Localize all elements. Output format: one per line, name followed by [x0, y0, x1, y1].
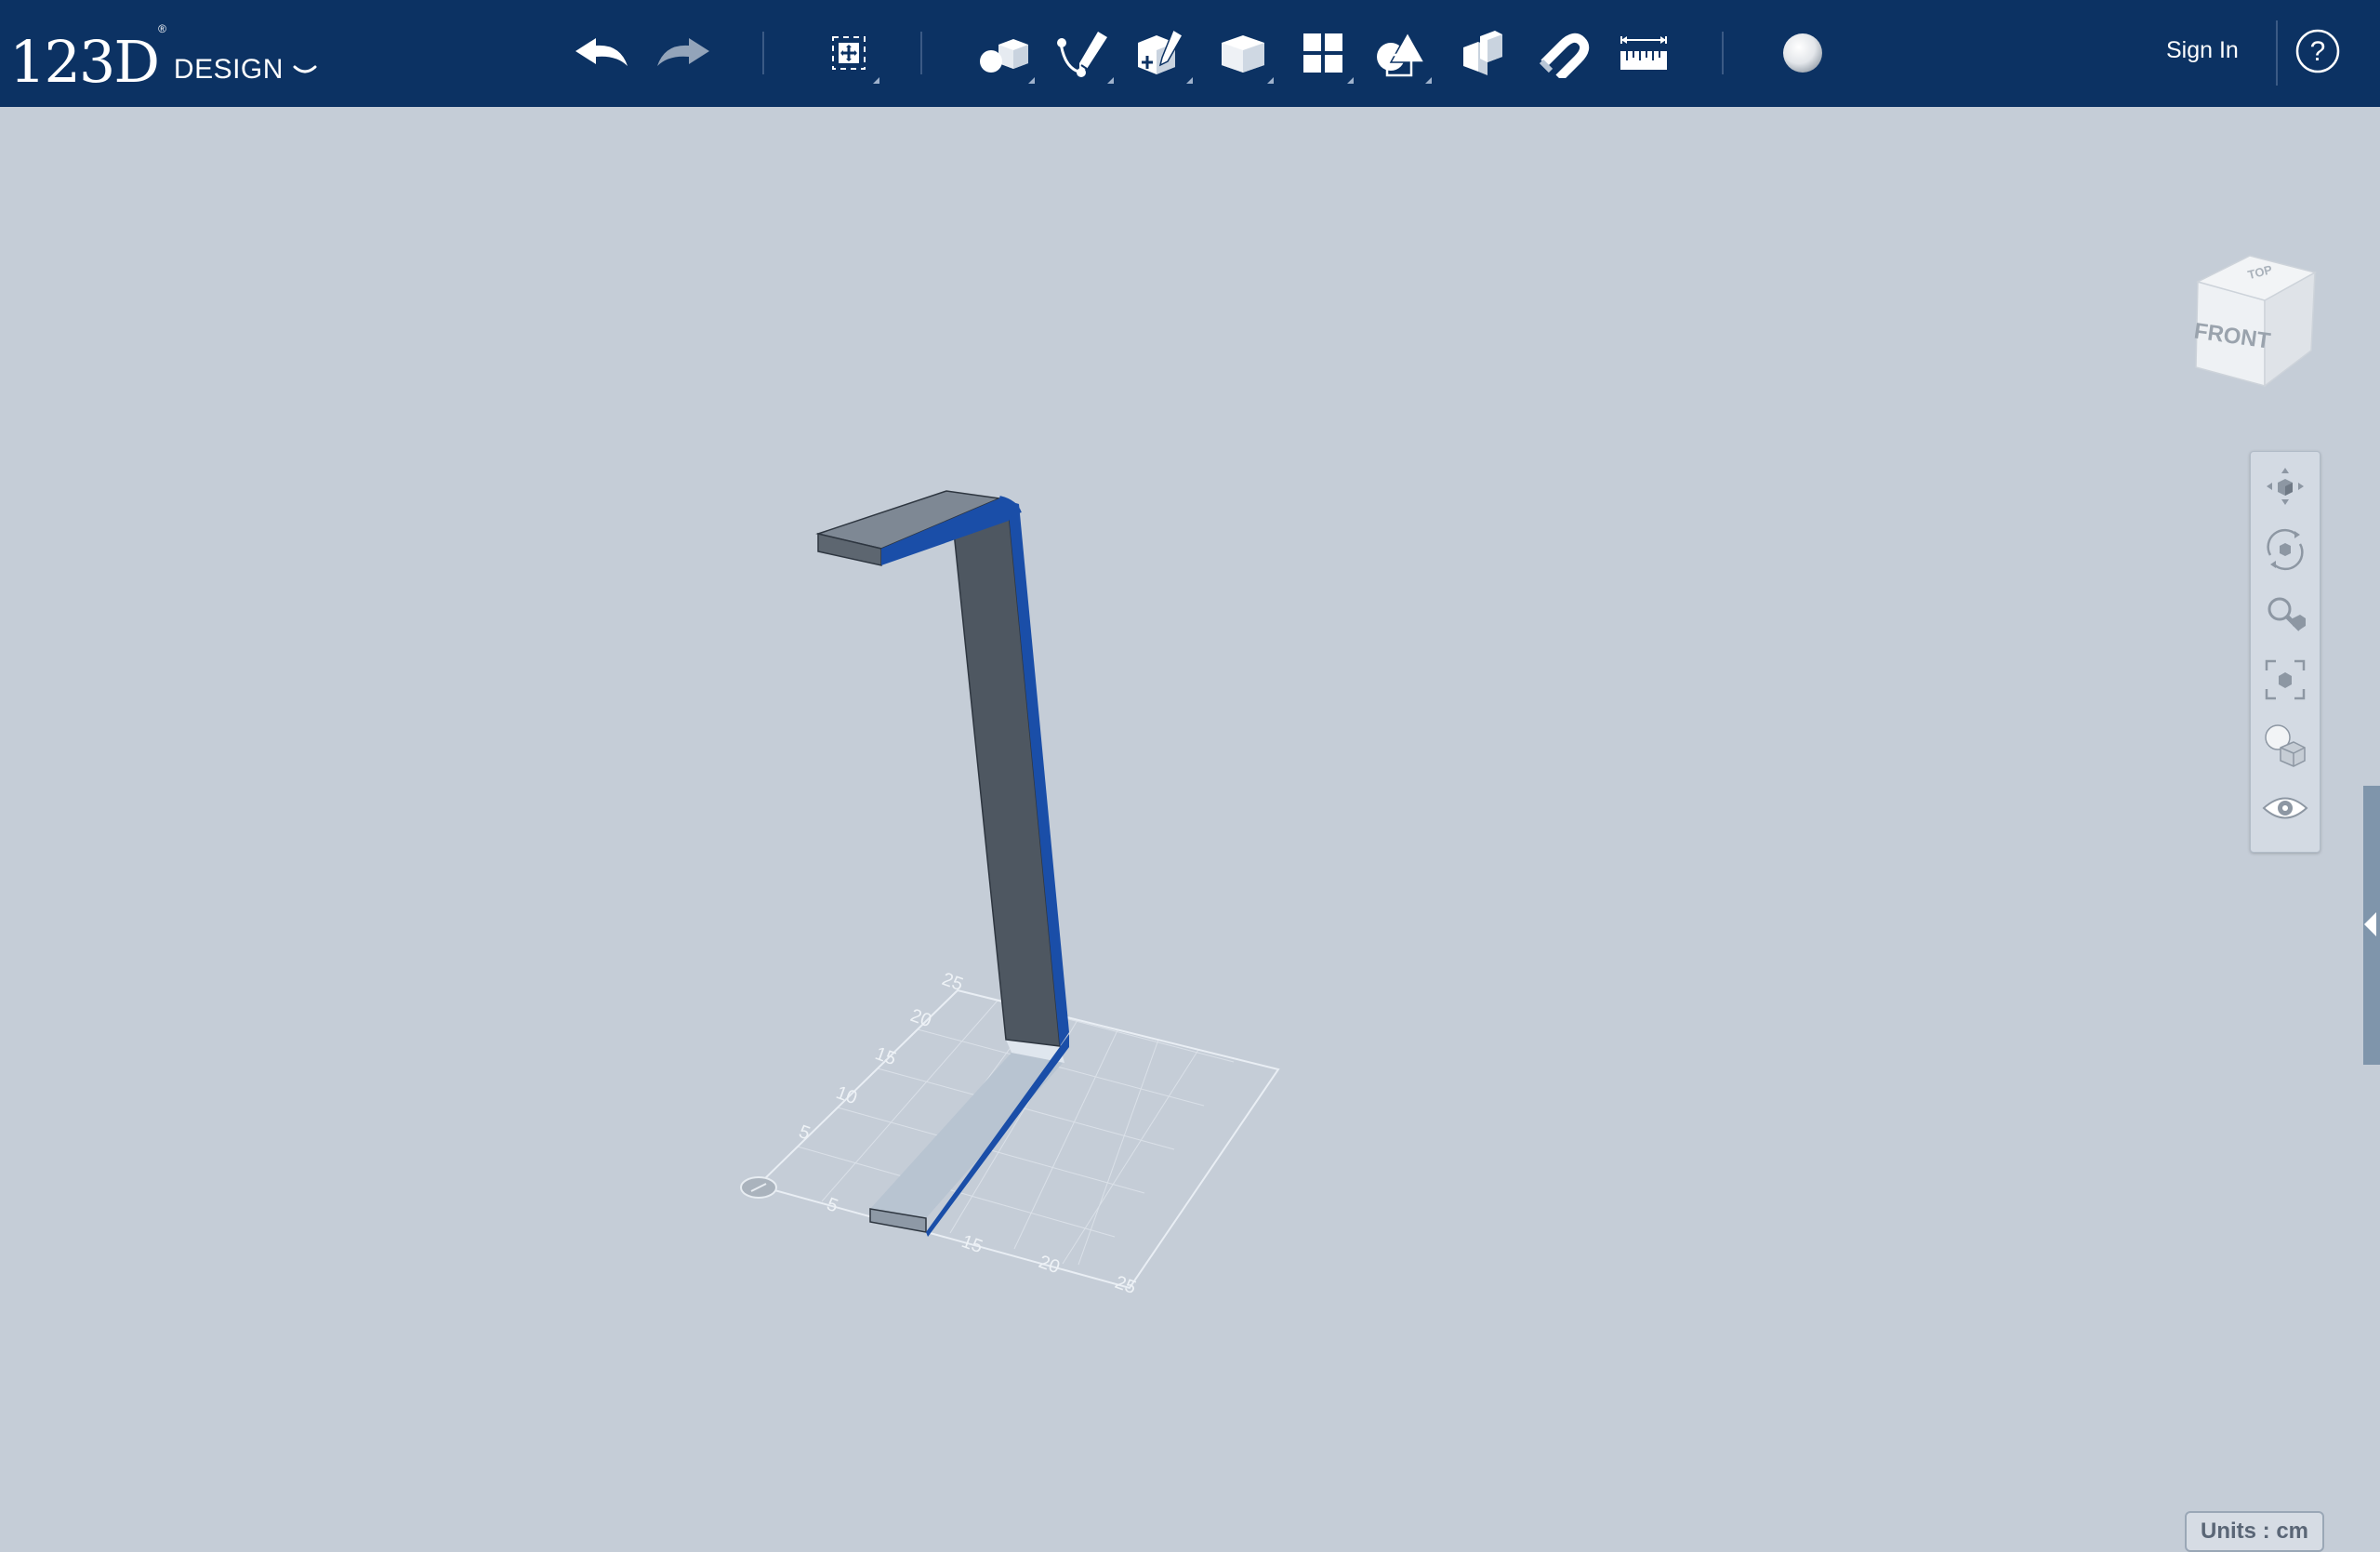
sketch-icon [1057, 32, 1107, 77]
redo-arrow-icon [657, 38, 709, 66]
zoom-icon [2268, 597, 2306, 631]
orbit-button[interactable] [2262, 526, 2308, 573]
logo-text: 123D [9, 28, 160, 96]
dropdown-corner [1267, 77, 1274, 84]
grid-x-tick: 25 [1112, 1272, 1138, 1298]
pattern-button[interactable] [1290, 20, 1355, 86]
dropdown-corner [873, 77, 879, 84]
snap-button[interactable] [1532, 20, 1597, 86]
help-icon[interactable]: ? [2294, 28, 2341, 74]
combine-icon [1463, 31, 1502, 75]
grid-x-tick: 15 [959, 1231, 985, 1257]
visibility-button[interactable] [2262, 785, 2308, 831]
toolbar-separator [1722, 32, 1724, 74]
combine-button[interactable] [1450, 20, 1515, 86]
undo-arrow-icon [575, 38, 628, 66]
scene-canvas[interactable]: 5 15 20 25 5 10 15 20 25 [0, 107, 2380, 1488]
material-sphere-icon [1783, 33, 1822, 73]
grid-x-tick: 20 [1036, 1252, 1062, 1278]
view-mode-icon [2265, 724, 2306, 767]
units-indicator[interactable]: Units : cm [2185, 1511, 2324, 1552]
sketch-button[interactable] [1051, 20, 1116, 86]
visibility-eye-icon [2262, 797, 2308, 819]
app-logo[interactable]: 123D ® DESIGN [9, 17, 317, 91]
help-glyph: ? [2310, 36, 2326, 67]
grid-y-tick: 15 [872, 1043, 898, 1069]
view-cube[interactable]: FRONT TOP [2185, 246, 2324, 395]
zoom-button[interactable] [2262, 591, 2308, 638]
primitives-button[interactable] [972, 20, 1037, 86]
measure-ruler-icon [1620, 36, 1667, 70]
dropdown-corner [1347, 77, 1354, 84]
dropdown-corner [1107, 77, 1114, 84]
orbit-icon [2267, 528, 2304, 571]
material-button[interactable] [1770, 20, 1835, 86]
toolbar-separator [762, 32, 764, 74]
top-toolbar: 123D ® DESIGN Sign In ? [0, 0, 2380, 107]
measure-button[interactable] [1611, 20, 1676, 86]
construct-button[interactable] [1130, 20, 1195, 86]
3d-model-stand[interactable] [815, 490, 1069, 1237]
view-mode-button[interactable] [2262, 722, 2308, 768]
3d-viewport[interactable]: 5 15 20 25 5 10 15 20 25 FRONT TOP Units… [0, 107, 2380, 1552]
grid-y-tick: 10 [833, 1082, 859, 1108]
group-icon [1377, 31, 1426, 77]
transform-button[interactable] [816, 20, 881, 86]
construct-icon [1138, 28, 1184, 74]
fit-view-button[interactable] [2262, 657, 2308, 703]
undo-button[interactable] [569, 20, 634, 86]
toolbar-separator [2276, 20, 2278, 86]
pattern-icon [1303, 33, 1342, 73]
transform-icon [832, 36, 866, 70]
modify-button[interactable] [1210, 20, 1276, 86]
logo-registered-mark: ® [158, 22, 166, 35]
sign-in-link[interactable]: Sign In [2166, 37, 2239, 64]
grid-y-tick: 5 [796, 1121, 813, 1144]
logo-subtitle: DESIGN [173, 54, 284, 85]
navigation-bar [2250, 451, 2320, 853]
dropdown-corner [1028, 77, 1035, 84]
grid-x-tick: 5 [824, 1194, 840, 1216]
primitives-icon [980, 39, 1028, 73]
group-button[interactable] [1368, 20, 1434, 86]
chevron-left-icon[interactable] [2364, 912, 2376, 936]
dropdown-corner [1425, 77, 1432, 84]
origin-marker [740, 1176, 777, 1199]
toolbar-separator [920, 32, 922, 74]
pan-icon [2267, 468, 2304, 505]
dropdown-corner [1186, 77, 1193, 84]
modify-icon [1222, 35, 1264, 73]
pan-button[interactable] [2262, 463, 2308, 510]
redo-button[interactable] [651, 20, 716, 86]
grid-y-tick: 20 [907, 1005, 933, 1031]
snap-magnet-icon [1539, 33, 1590, 78]
fit-icon [2265, 659, 2306, 700]
chevron-down-icon[interactable] [293, 63, 317, 78]
